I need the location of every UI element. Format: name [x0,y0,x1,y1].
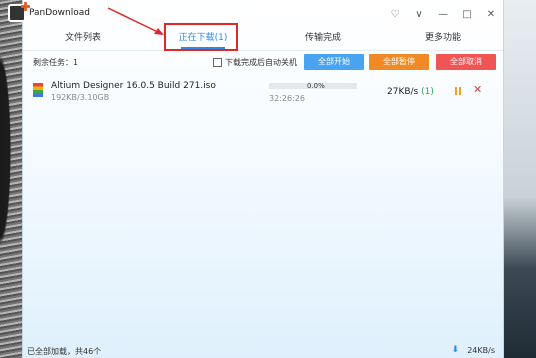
remaining-tasks: 剩余任务：1 [33,58,79,67]
speed-value: 27KB/s [387,87,419,97]
time-remaining: 32:26:26 [269,94,305,103]
window-controls: ♡ ∨ — □ ✕ [383,0,503,28]
title-bar: PanDownload ♡ ∨ — □ ✕ [23,0,503,28]
menu-chevron-icon[interactable]: ∨ [407,0,431,28]
cancel-icon[interactable]: ✕ [473,83,482,96]
desktop-background-right [500,0,536,358]
tab-bar: 文件列表 正在下载(1) 传输完成 更多功能 [23,28,503,51]
auto-shutdown-option[interactable]: 下载完成后自动关机 [213,57,297,68]
tab-file-list[interactable]: 文件列表 [23,28,143,50]
auto-shutdown-checkbox[interactable] [213,58,222,67]
download-speed: 27KB/s (1) [387,87,434,97]
tab-more-features[interactable]: 更多功能 [383,28,503,50]
status-text: 已全部加载，共46个 [27,347,102,356]
skin-icon[interactable]: ♡ [383,0,407,28]
desktop-background-left [0,0,24,358]
status-bar: 已全部加载，共46个 ⬇ 24KB/s [23,344,503,358]
archive-file-icon [33,83,43,97]
app-title: PanDownload [29,8,90,18]
total-speed: 24KB/s [467,346,495,355]
auto-shutdown-label: 下载完成后自动关机 [225,58,297,67]
minimize-button[interactable]: — [431,0,455,28]
maximize-button[interactable]: □ [455,0,479,28]
file-size: 192KB/3.10GB [51,93,110,102]
pause-all-button[interactable]: 全部暂停 [369,54,429,70]
download-row[interactable]: Altium Designer 16.0.5 Build 271.iso 192… [23,77,503,107]
start-all-button[interactable]: 全部开始 [304,54,364,70]
connection-count: (1) [421,87,434,97]
progress-percent: 0.0% [307,82,325,90]
close-button[interactable]: ✕ [479,0,503,28]
download-toolbar: 剩余任务：1 下载完成后自动关机 全部开始 全部暂停 全部取消 [23,51,503,75]
download-arrow-icon: ⬇ [451,345,459,355]
pandownload-logo [8,4,26,22]
cancel-all-button[interactable]: 全部取消 [436,54,496,70]
annotation-highlight-box [164,23,238,51]
app-window: PanDownload ♡ ∨ — □ ✕ 文件列表 正在下载(1) 传输完成 … [22,0,504,358]
file-name: Altium Designer 16.0.5 Build 271.iso [51,81,216,91]
pause-icon[interactable] [455,87,461,95]
tab-completed[interactable]: 传输完成 [263,28,383,50]
